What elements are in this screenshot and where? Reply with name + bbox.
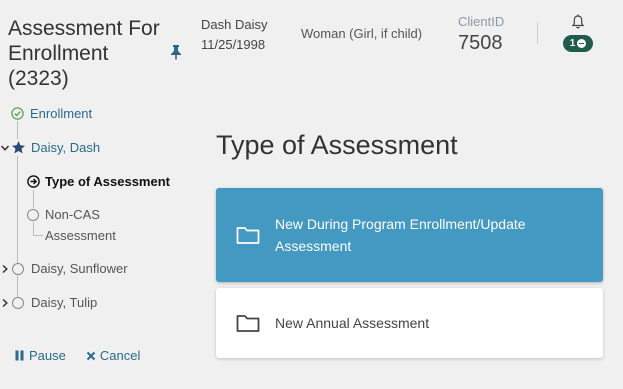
notification-badge[interactable]: 1: [563, 35, 593, 52]
notification-count: 1: [569, 38, 576, 49]
sidebar-item-label: Enrollment: [30, 106, 93, 121]
sidebar-item-enrollment[interactable]: Enrollment: [11, 106, 92, 121]
pause-label: Pause: [29, 348, 66, 363]
sidebar-item-non-cas-assessment[interactable]: Non-CAS Assessment: [27, 207, 135, 246]
minus-icon: [577, 39, 587, 48]
bell-icon[interactable]: [571, 14, 585, 30]
star-icon: [12, 141, 25, 154]
cancel-button[interactable]: Cancel: [86, 348, 140, 363]
sidebar-item-label: Daisy, Sunflower: [31, 261, 128, 276]
page-title: Assessment For Enrollment (2323): [8, 17, 160, 90]
client-id-label: ClientID: [458, 14, 505, 29]
sidebar-item-label: Daisy, Dash: [31, 140, 101, 155]
circle-icon: [12, 296, 24, 309]
check-circle-icon: [11, 107, 24, 120]
client-id: 7508: [458, 32, 503, 54]
divider: [537, 22, 538, 44]
sidebar-item-daisy-sunflower[interactable]: Daisy, Sunflower: [0, 261, 128, 276]
close-icon: [86, 351, 96, 360]
sidebar-item-label: Type of Assessment: [45, 174, 170, 189]
client-gender: Woman (Girl, if child): [301, 26, 423, 41]
client-name: Dash Daisy: [201, 17, 268, 32]
sidebar-item-label: Daisy, Tulip: [31, 295, 98, 310]
client-dob: 11/25/1998: [201, 37, 266, 52]
option-label: New During Program Enrollment/Update Ass…: [275, 216, 526, 254]
chevron-right-icon[interactable]: [0, 298, 10, 308]
wizard-actions: Pause Cancel: [14, 348, 140, 363]
pin-icon[interactable]: [170, 44, 182, 60]
circle-icon: [27, 209, 39, 221]
pause-icon: [15, 350, 24, 361]
cancel-label: Cancel: [99, 348, 141, 363]
option-label: New Annual Assessment: [275, 315, 430, 331]
arrow-circle-icon: [27, 175, 40, 188]
folder-icon: [236, 227, 260, 244]
assessment-option-annual[interactable]: New Annual Assessment: [216, 288, 603, 358]
assessment-option-enrollment-update[interactable]: New During Program Enrollment/Update Ass…: [216, 188, 603, 282]
chevron-down-icon[interactable]: [0, 143, 10, 153]
chevron-right-icon[interactable]: [0, 264, 10, 274]
client-info: Dash Daisy 11/25/1998: [201, 15, 267, 55]
sidebar-item-label: Non-CAS Assessment: [45, 207, 116, 243]
circle-icon: [12, 262, 24, 275]
folder-icon: [236, 315, 260, 332]
sidebar: Assessment For Enrollment (2323) Enrollm…: [0, 0, 200, 389]
main-heading: Type of Assessment: [216, 130, 458, 160]
pause-button[interactable]: Pause: [14, 348, 66, 363]
sidebar-item-daisy-tulip[interactable]: Daisy, Tulip: [0, 295, 97, 310]
sidebar-item-daisy-dash[interactable]: Daisy, Dash: [0, 140, 100, 155]
sidebar-item-type-of-assessment[interactable]: Type of Assessment: [27, 174, 170, 189]
